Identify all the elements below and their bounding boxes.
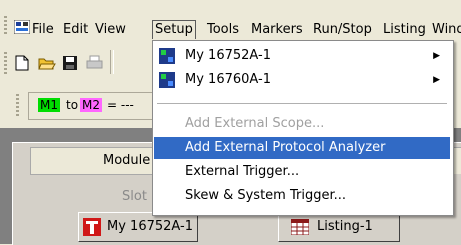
menu-item-add-external-protocol-analyzer[interactable]: Add External Protocol Analyzer <box>154 137 450 159</box>
menu-item-label: Add External Scope... <box>185 116 325 131</box>
menu-item-label: My 16760A-1 <box>185 72 271 87</box>
menu-markers[interactable]: Markers <box>251 21 303 39</box>
menu-item-label: Skew & System Trigger... <box>185 188 346 203</box>
print-icon[interactable] <box>86 55 103 71</box>
toolbar-grip[interactable] <box>4 52 7 74</box>
listing-card[interactable]: Listing-1 <box>278 212 400 242</box>
module-card-16752a[interactable]: My 16752A-1 <box>78 212 198 242</box>
menu-item-skew-system-trigger[interactable]: Skew & System Trigger... <box>154 185 450 207</box>
menu-separator <box>157 103 447 104</box>
listing-card-label: Listing-1 <box>317 219 373 234</box>
marker-bar-grip[interactable] <box>16 94 19 118</box>
marker-m1-badge[interactable]: M1 <box>38 98 60 112</box>
menubar-grip[interactable] <box>4 16 7 36</box>
listing-grid-icon <box>291 219 309 235</box>
submenu-arrow-icon: ▶ <box>433 75 440 85</box>
menu-listing[interactable]: Listing <box>383 21 426 39</box>
app-icon <box>14 20 30 34</box>
menu-edit[interactable]: Edit <box>63 21 88 39</box>
module-header-label: Module <box>103 153 151 168</box>
setup-dropdown-menu: My 16752A-1 ▶ My 16760A-1 ▶ Add External… <box>152 40 454 216</box>
module-card-label: My 16752A-1 <box>107 219 193 234</box>
menu-tools[interactable]: Tools <box>207 21 239 39</box>
menu-item-my-16752a[interactable]: My 16752A-1 ▶ <box>154 45 450 67</box>
device-icon <box>159 48 175 64</box>
menu-item-label: My 16752A-1 <box>185 48 271 63</box>
menu-window[interactable]: Wind <box>432 21 461 39</box>
menu-run-stop[interactable]: Run/Stop <box>313 21 372 39</box>
marker-to-label: to <box>66 98 79 112</box>
menu-item-my-16760a[interactable]: My 16760A-1 ▶ <box>154 69 450 91</box>
toolbar-separator <box>110 50 114 74</box>
menu-file[interactable]: File <box>32 21 54 39</box>
open-folder-icon[interactable] <box>38 55 56 71</box>
menu-item-label: External Trigger... <box>185 164 300 179</box>
marker-delta-value: = --- <box>107 98 134 112</box>
menu-item-add-external-scope[interactable]: Add External Scope... <box>154 113 450 135</box>
new-file-icon[interactable] <box>15 55 29 71</box>
submenu-arrow-icon: ▶ <box>433 51 440 61</box>
save-icon[interactable] <box>62 55 78 71</box>
menu-item-label: Add External Protocol Analyzer <box>185 140 386 155</box>
slot-label: Slot <box>122 189 147 204</box>
menu-view[interactable]: View <box>95 21 126 39</box>
menu-bar: File Edit View Setup Tools Markers Run/S… <box>0 0 461 40</box>
device-icon <box>159 72 175 88</box>
marker-m2-badge[interactable]: M2 <box>80 98 102 112</box>
menu-item-external-trigger[interactable]: External Trigger... <box>154 161 450 183</box>
menu-setup[interactable]: Setup <box>152 20 196 39</box>
analyzer-module-icon <box>83 218 101 236</box>
